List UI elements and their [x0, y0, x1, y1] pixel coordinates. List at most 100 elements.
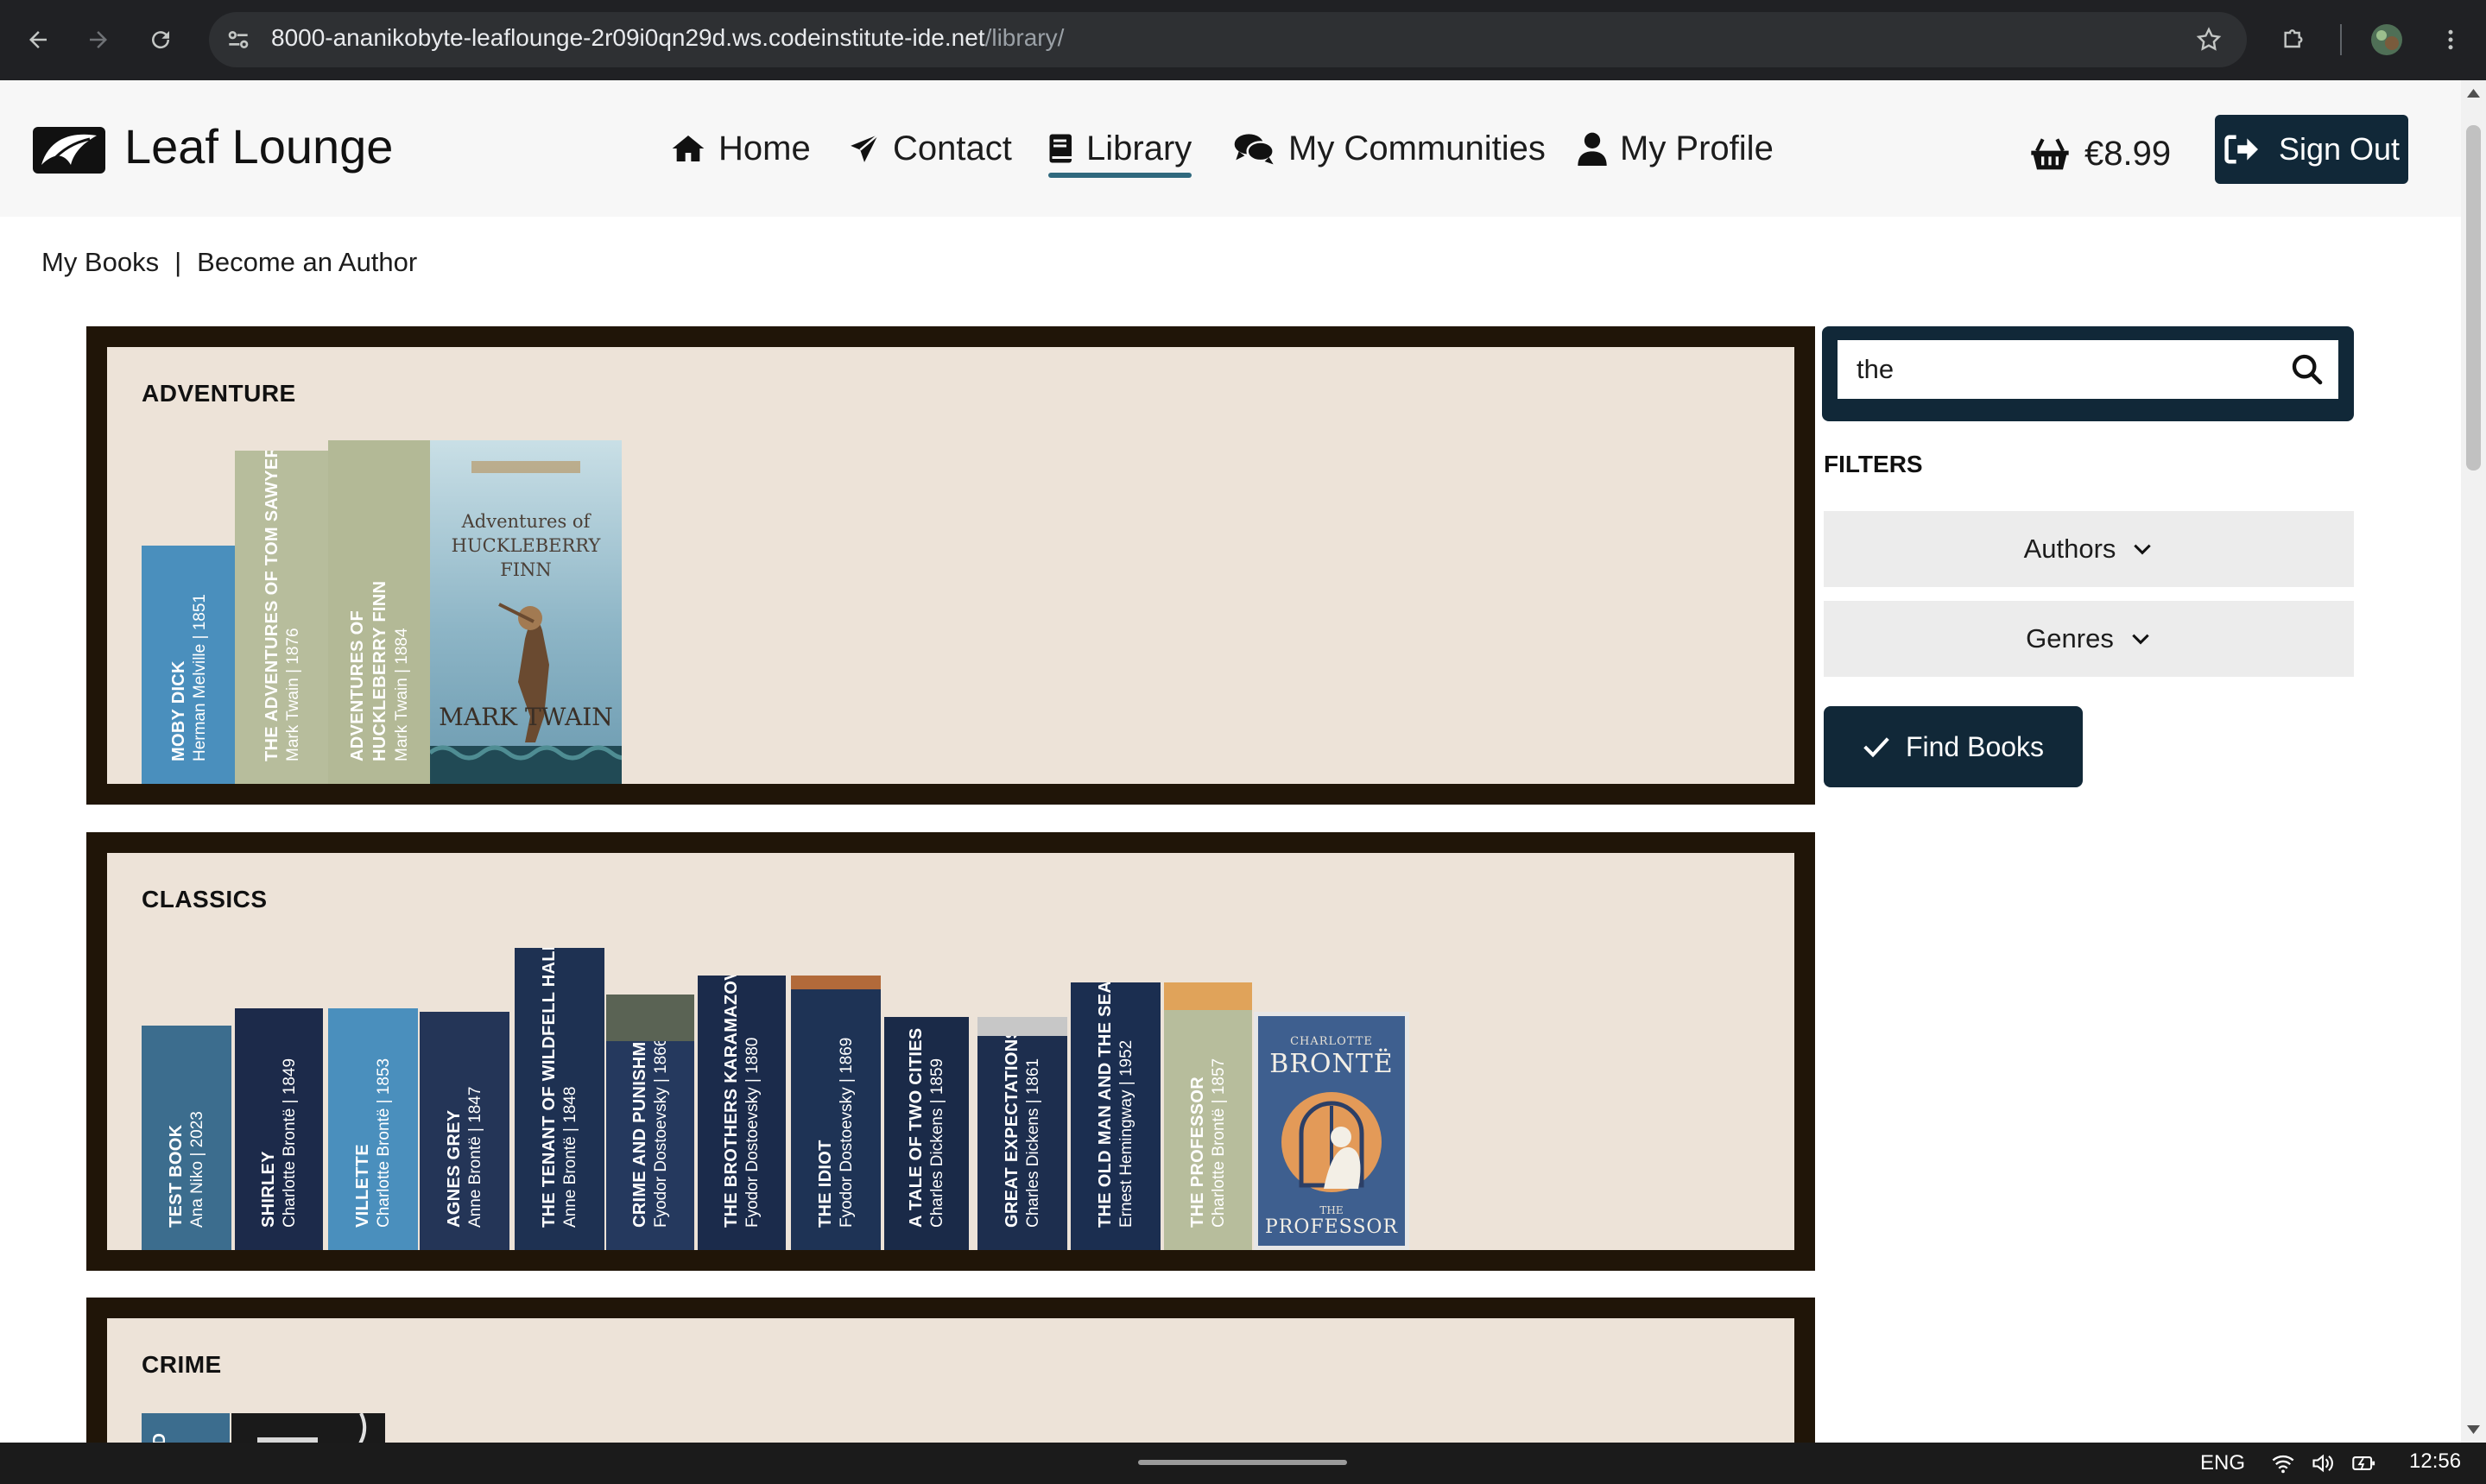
book-title: ADVENTURES OF HUCKLEBERRY FINN: [348, 580, 389, 761]
puzzle-icon: [2284, 29, 2303, 48]
book-spine-great-expectations[interactable]: GREAT EXPECTATIONS Charles Dickens | 186…: [977, 1017, 1067, 1250]
check-icon: [1863, 737, 1889, 758]
cover-top: CHARLOTTE: [1290, 1035, 1373, 1048]
shelf-interior: CRIME RD: [107, 1318, 1794, 1462]
shelf-adventure: ADVENTURE MOBY DICK Herman Melville | 18…: [86, 326, 1815, 805]
chrome-menu-button[interactable]: [2430, 19, 2471, 60]
shelf-classics: CLASSICS TEST BOOK Ana Niko | 2023 SHIRL…: [86, 832, 1815, 1271]
basket-total: €8.99: [2084, 134, 2172, 173]
library-subnav: My Books | Become an Author: [41, 247, 417, 278]
arrow-right-icon: [90, 31, 107, 48]
os-taskbar: ENG 12:56: [0, 1443, 2486, 1484]
book-meta: Mark Twain | 1884: [393, 628, 411, 761]
page-scrollbar[interactable]: [2461, 80, 2486, 1443]
shelf-interior: CLASSICS TEST BOOK Ana Niko | 2023 SHIRL…: [107, 853, 1794, 1250]
battery-icon[interactable]: [2350, 1449, 2378, 1477]
cover-author: MARK TWAIN: [439, 703, 613, 731]
scrollbar-thumb[interactable]: [2466, 125, 2481, 470]
nav-contact[interactable]: Contact: [848, 118, 1012, 179]
chevron-down-icon: [2134, 544, 2152, 555]
shopping-basket-icon: [2031, 138, 2069, 170]
search-form: [1822, 326, 2354, 421]
avatar-icon: [2371, 24, 2402, 55]
genres-dropdown[interactable]: Genres: [1824, 601, 2354, 677]
clock[interactable]: 12:56: [2409, 1449, 2461, 1474]
authors-dropdown[interactable]: Authors: [1824, 511, 2354, 587]
book-spine-crime-and-punishment[interactable]: CRIME AND PUNISHMENT Fyodor Dostoevsky |…: [606, 995, 694, 1250]
become-author-link[interactable]: Become an Author: [197, 247, 417, 277]
forward-button[interactable]: [78, 19, 119, 60]
book-spine-tom-sawyer[interactable]: THE ADVENTURES OF TOM SAWYER Mark Twain …: [235, 451, 330, 784]
scroll-up-icon[interactable]: [2466, 87, 2481, 99]
search-input[interactable]: [1838, 340, 2338, 399]
filters-heading: FILTERS: [1824, 451, 1923, 477]
book-spine-brothers-karamazov[interactable]: THE BROTHERS KARAMAZOV Fyodor Dostoevsky…: [698, 976, 786, 1250]
home-icon: [672, 136, 705, 161]
shelf-title: CLASSICS: [142, 886, 268, 913]
cover-subtitle: PROFESSOR: [1264, 1216, 1399, 1238]
nav-my-communities[interactable]: My Communities: [1233, 118, 1546, 179]
nav-home[interactable]: Home: [670, 118, 811, 179]
find-books-button[interactable]: Find Books: [1824, 706, 2083, 787]
subnav-separator: |: [174, 247, 182, 277]
cover-the: THE: [1319, 1204, 1344, 1216]
leaf-logo-icon[interactable]: [33, 127, 105, 174]
shelf-title: ADVENTURE: [142, 380, 296, 407]
book-spine-test-book[interactable]: TEST BOOK Ana Niko | 2023: [142, 1026, 231, 1250]
comments-icon: [1234, 134, 1275, 165]
book-spine-moby-dick[interactable]: MOBY DICK Herman Melville | 1851: [142, 546, 237, 784]
browser-chrome: 8000-ananikobyte-leaflounge-2r09i0qn29d.…: [0, 0, 2486, 80]
chevron-down-icon: [2132, 634, 2149, 645]
volume-icon[interactable]: [2309, 1449, 2337, 1477]
bookmark-star-icon[interactable]: [2195, 26, 2223, 54]
book-spine-shirley[interactable]: SHIRLEY Charlotte Brontë | 1849: [235, 1008, 323, 1250]
book-meta: Herman Melville | 1851: [190, 594, 209, 761]
shelf-interior: ADVENTURE MOBY DICK Herman Melville | 18…: [107, 347, 1794, 784]
cover-title: Adventures of HUCKLEBERRY FINN: [451, 511, 601, 580]
book-icon: [1049, 134, 1072, 163]
book-spine-old-man-and-the-sea[interactable]: THE OLD MAN AND THE SEA Ernest Hemingway…: [1071, 982, 1161, 1250]
chrome-divider: [2340, 24, 2342, 55]
book-cover-huckleberry-finn[interactable]: Adventures of HUCKLEBERRY FINN MARK TWAI…: [430, 440, 622, 784]
language-indicator[interactable]: ENG: [2200, 1451, 2245, 1475]
book-cover-the-professor[interactable]: CHARLOTTE BRONTË THE PROFESSOR: [1254, 1012, 1409, 1250]
book-spine-villette[interactable]: VILLETTE Charlotte Brontë | 1853: [328, 1008, 418, 1250]
sign-out-icon: [2224, 135, 2258, 164]
book-spine-the-idiot[interactable]: THE IDIOT Fyodor Dostoevsky | 1869: [791, 976, 881, 1250]
book-spine-huckleberry-finn[interactable]: ADVENTURES OF HUCKLEBERRY FINN Mark Twai…: [328, 440, 430, 784]
home-indicator[interactable]: [1138, 1460, 1347, 1465]
book-spine-tenant-of-wildfell-hall[interactable]: THE TENANT OF WILDFELL HALL Anne Brontë …: [515, 948, 604, 1250]
shelf-title: CRIME: [142, 1351, 222, 1378]
nav-my-profile[interactable]: My Profile: [1577, 118, 1774, 179]
search-icon[interactable]: [2290, 352, 2325, 390]
book-meta: Mark Twain | 1876: [283, 628, 302, 761]
back-button[interactable]: [17, 19, 59, 60]
paper-plane-icon: [851, 134, 879, 162]
reload-icon: [152, 31, 170, 49]
user-icon: [1578, 132, 1607, 166]
cover-art: [430, 440, 622, 784]
sign-out-button[interactable]: Sign Out: [2215, 115, 2408, 184]
extensions-button[interactable]: [2273, 19, 2314, 60]
book-title: MOBY DICK: [168, 660, 188, 761]
cover-title: BRONTË: [1269, 1049, 1394, 1079]
address-bar[interactable]: 8000-ananikobyte-leaflounge-2r09i0qn29d.…: [209, 12, 2247, 67]
my-books-link[interactable]: My Books: [41, 247, 159, 277]
book-spine-tale-of-two-cities[interactable]: A TALE OF TWO CITIES Charles Dickens | 1…: [884, 1017, 969, 1250]
basket-link[interactable]: €8.99: [2029, 123, 2171, 184]
wifi-icon[interactable]: [2269, 1449, 2297, 1477]
shelf-crime: CRIME RD: [86, 1298, 1815, 1462]
url-text: 8000-ananikobyte-leaflounge-2r09i0qn29d.…: [271, 24, 1065, 51]
arrow-left-icon: [29, 31, 47, 48]
book-spine-agnes-grey[interactable]: AGNES GREY Anne Brontë | 1847: [420, 1012, 509, 1250]
brand-name[interactable]: Leaf Lounge: [124, 118, 393, 174]
book-title: THE ADVENTURES OF TOM SAWYER: [262, 451, 281, 761]
scroll-down-icon[interactable]: [2466, 1424, 2481, 1436]
book-spine-the-professor[interactable]: THE PROFESSOR Charlotte Brontë | 1857: [1164, 982, 1252, 1250]
site-header: Leaf Lounge Home Contact Library My Comm…: [0, 80, 2461, 217]
site-settings-icon[interactable]: [225, 26, 252, 54]
active-nav-underline: [1048, 173, 1192, 178]
profile-avatar[interactable]: [2366, 19, 2407, 60]
nav-library[interactable]: Library: [1048, 118, 1192, 179]
reload-button[interactable]: [140, 19, 181, 60]
